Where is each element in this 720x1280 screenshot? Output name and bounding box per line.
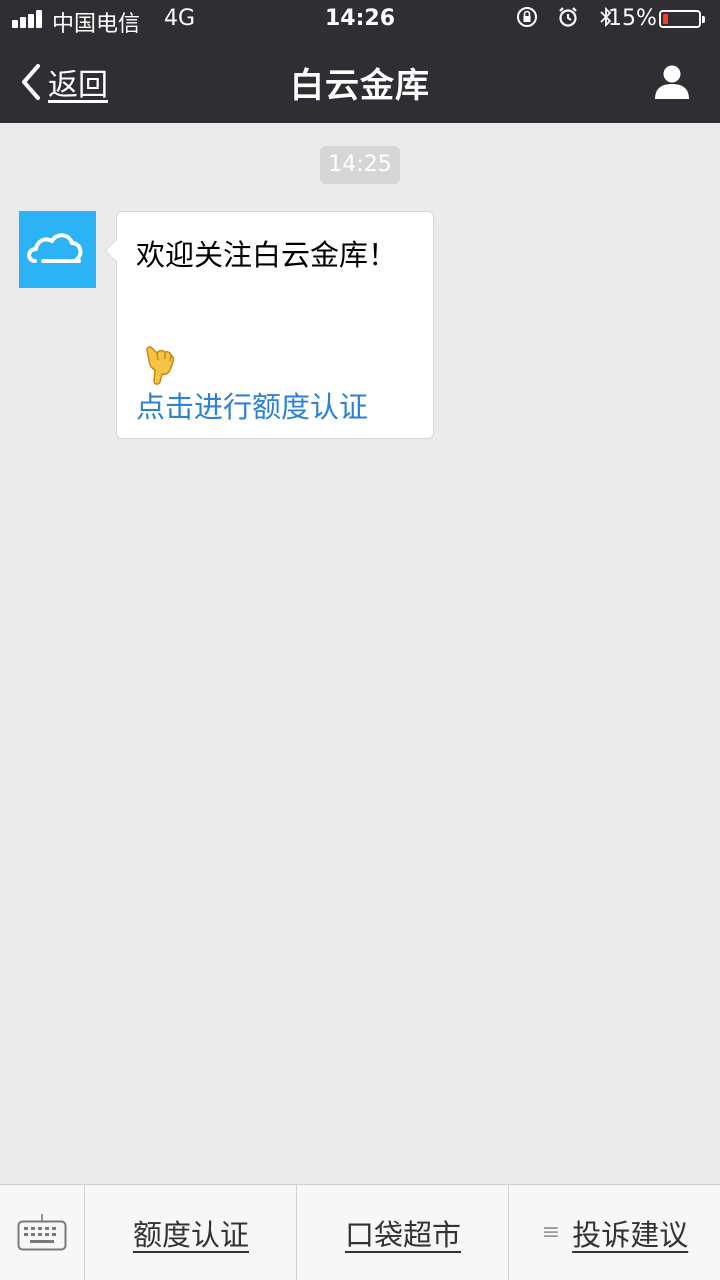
battery-level-fill: [663, 14, 668, 24]
page-title: 白云金库: [290, 66, 430, 106]
menu-label: 投诉建议: [572, 1217, 689, 1252]
bubble-tail: [104, 238, 129, 263]
header: 中国电信 4G 14:26 15% 返回 白云金库: [0, 0, 720, 123]
battery-icon: [659, 10, 705, 28]
keyboard-toggle-button[interactable]: [0, 1185, 84, 1280]
message-timestamp: 14:25: [320, 146, 400, 184]
pointing-down-hand-icon: [146, 346, 175, 385]
menu-label: 额度认证: [132, 1217, 249, 1252]
battery-percentage: 15%: [608, 6, 657, 31]
menu-item-complaints[interactable]: ≡ 投诉建议: [508, 1185, 720, 1280]
status-bar: 中国电信 4G 14:26 15%: [0, 0, 720, 40]
alarm-icon: [557, 6, 579, 34]
menu-item-pocket-market[interactable]: 口袋超市: [296, 1185, 509, 1280]
quota-verify-link[interactable]: 点击进行额度认证: [136, 384, 368, 426]
bottom-menu: 额度认证 口袋超市 ≡ 投诉建议: [0, 1184, 720, 1280]
message-text: 欢迎关注白云金库！: [136, 238, 398, 272]
person-icon[interactable]: [652, 62, 692, 102]
cloud-icon: [27, 233, 83, 263]
menu-item-quota-verify[interactable]: 额度认证: [84, 1185, 297, 1280]
submenu-lines-icon: ≡: [541, 1220, 561, 1245]
message-bubble: 欢迎关注白云金库！ 点击进行额度认证: [104, 211, 434, 439]
keyboard-icon: [17, 1214, 67, 1251]
menu-label: 口袋超市: [344, 1217, 461, 1252]
orientation-lock-icon: [516, 6, 538, 34]
nav-bar: 返回 白云金库: [0, 40, 720, 123]
avatar[interactable]: [19, 211, 96, 288]
